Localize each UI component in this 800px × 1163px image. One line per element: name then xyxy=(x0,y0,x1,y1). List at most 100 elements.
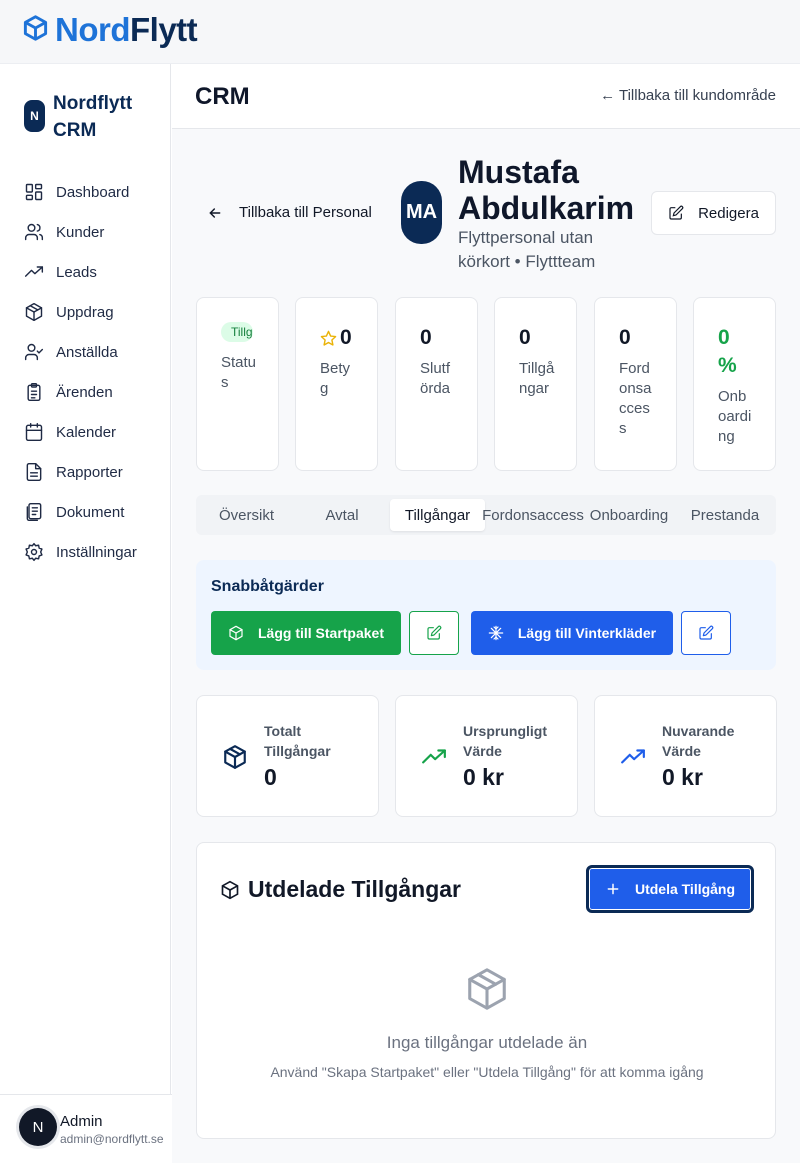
snowflake-icon xyxy=(488,625,504,641)
sidebar-item-kalender[interactable]: Kalender xyxy=(24,412,137,452)
empty-state-subtitle: Använd "Skapa Startpaket" eller "Utdela … xyxy=(270,1064,704,1080)
sidebar-item-rapporter[interactable]: Rapporter xyxy=(24,452,137,492)
add-start-pack-button[interactable]: Lägg till Startpaket xyxy=(211,611,401,655)
user-name: Admin xyxy=(60,1113,103,1130)
tab-fordonsaccess[interactable]: Fordonsaccess xyxy=(482,499,584,531)
nordflytt-logo[interactable]: NordFlytt xyxy=(22,11,198,48)
edit-icon xyxy=(669,205,684,220)
sidebar-item-label: Ärenden xyxy=(56,383,113,401)
back-to-personal-button[interactable]: Tillbaka till Personal xyxy=(207,204,372,221)
summary-label: Totalt Tillgångar xyxy=(264,723,331,759)
employee-role: Flyttpersonal utan körkort • Flyttteam xyxy=(458,228,596,271)
back-to-personal-label: Tillbaka till Personal xyxy=(239,204,372,221)
edit-label: Redigera xyxy=(698,204,759,222)
quick-actions-panel: Snabbåtgärder Lägg till Startpaket Lägg … xyxy=(196,560,776,670)
stat-value: 0 xyxy=(619,326,631,349)
tab-onboarding[interactable]: Onboarding xyxy=(582,499,676,531)
empty-state-title: Inga tillgångar utdelade än xyxy=(386,1033,588,1052)
page-title: CRM xyxy=(195,83,250,110)
sidebar-item-label: Uppdrag xyxy=(56,303,114,321)
stat-value: 0 xyxy=(340,326,352,349)
dashboard-icon xyxy=(25,183,43,201)
tab-prestanda[interactable]: Prestanda xyxy=(678,499,772,531)
summary-value: 0 xyxy=(264,764,277,790)
sidebar-item-kunder[interactable]: Kunder xyxy=(24,212,137,252)
trending-up-icon xyxy=(24,266,44,277)
brand-title: Nordflytt CRM xyxy=(53,93,133,141)
assign-asset-button[interactable]: Utdela Tillgång xyxy=(586,865,754,913)
tab-oversikt[interactable]: Översikt xyxy=(200,499,293,531)
stat-label: Slutförda xyxy=(420,360,451,397)
calendar-icon xyxy=(25,422,43,442)
add-winter-clothes-button[interactable]: Lägg till Vinterkläder xyxy=(471,611,673,655)
settings-icon xyxy=(25,542,43,562)
stat-card-onboarding: 0 % Onboarding xyxy=(693,297,776,471)
stat-value: 0 xyxy=(519,326,531,349)
sidebar-item-arenden[interactable]: Ärenden xyxy=(24,372,137,412)
sidebar: N Nordflytt CRM Dashboard Kunder Leads U… xyxy=(0,64,171,1163)
edit-button[interactable]: Redigera xyxy=(651,191,776,235)
summary-value: 0 kr xyxy=(662,764,703,790)
star-icon xyxy=(320,330,337,346)
tab-tillgangar[interactable]: Tillgångar xyxy=(390,499,485,531)
trending-up-icon xyxy=(620,744,646,770)
stat-label: Onboarding xyxy=(718,388,752,445)
page-header: CRM ← Tillbaka till kundområde xyxy=(172,64,800,129)
stat-label: Fordonsaccess xyxy=(619,360,652,437)
box-logo-icon xyxy=(22,14,49,47)
package-icon xyxy=(222,744,248,770)
sidebar-item-leads[interactable]: Leads xyxy=(24,252,137,292)
edit-winter-clothes-button[interactable] xyxy=(681,611,731,655)
avatar[interactable]: N xyxy=(19,1108,57,1146)
sidebar-nav: Dashboard Kunder Leads Uppdrag Anställda… xyxy=(24,172,137,572)
tab-bar: Översikt Avtal Tillgångar Fordonsaccess … xyxy=(196,495,776,535)
quick-actions-title: Snabbåtgärder xyxy=(211,578,324,595)
brand-badge: N xyxy=(24,100,45,132)
employee-avatar: MA xyxy=(401,181,442,244)
sidebar-item-label: Leads xyxy=(56,263,97,281)
assigned-assets-panel: Utdelade Tillgångar Utdela Tillgång Inga… xyxy=(196,842,776,1139)
tab-avtal[interactable]: Avtal xyxy=(295,499,389,531)
stat-label: Betyg xyxy=(320,360,351,397)
sidebar-item-dashboard[interactable]: Dashboard xyxy=(24,172,137,212)
summary-value: 0 kr xyxy=(463,764,504,790)
summary-card-total: Totalt Tillgångar 0 xyxy=(196,695,379,817)
assigned-assets-heading: Utdelade Tillgångar xyxy=(220,876,461,903)
assigned-assets-title: Utdelade Tillgångar xyxy=(248,876,462,902)
add-start-pack-label: Lägg till Startpaket xyxy=(257,625,385,641)
sidebar-item-label: Kalender xyxy=(56,423,117,441)
sidebar-item-label: Rapporter xyxy=(56,463,123,481)
sidebar-item-dokument[interactable]: Dokument xyxy=(24,492,137,532)
status-badge: Tillgänglig xyxy=(221,322,253,342)
summary-label: Nuvarande Värde xyxy=(662,723,735,759)
back-to-customer-area-link[interactable]: ← Tillbaka till kundområde xyxy=(600,87,776,104)
sidebar-item-label: Dokument xyxy=(56,503,125,521)
file-text-icon xyxy=(26,462,42,482)
add-winter-clothes-label: Lägg till Vinterkläder xyxy=(517,625,657,641)
sidebar-brand[interactable]: N Nordflytt CRM xyxy=(24,90,163,144)
sidebar-item-installningar[interactable]: Inställningar xyxy=(24,532,137,572)
users-icon xyxy=(24,223,44,241)
rating-value-row: 0 xyxy=(320,324,352,352)
summary-label: Ursprungligt Värde xyxy=(463,723,547,759)
plus-icon xyxy=(607,883,619,895)
stat-label: Status xyxy=(221,354,257,391)
user-email: admin@nordflytt.se xyxy=(60,1132,164,1146)
stat-value: 0 xyxy=(420,326,432,349)
stat-card-vehicle: 0 Fordonsaccess xyxy=(594,297,677,471)
edit-icon xyxy=(427,625,442,640)
sidebar-item-uppdrag[interactable]: Uppdrag xyxy=(24,292,137,332)
package-icon xyxy=(221,880,239,899)
edit-start-pack-button[interactable] xyxy=(409,611,459,655)
edit-icon xyxy=(699,625,714,640)
user-check-icon xyxy=(24,343,44,361)
logo-text: NordFlytt xyxy=(55,11,198,48)
stat-label: Tillgångar xyxy=(519,360,555,397)
clipboard-icon xyxy=(27,382,41,402)
arrow-left-icon xyxy=(209,207,221,218)
stat-value: 0 % xyxy=(718,326,737,377)
sidebar-item-anstallda[interactable]: Anställda xyxy=(24,332,137,372)
trending-up-icon xyxy=(421,744,447,770)
stat-card-assets: 0 Tillgångar xyxy=(494,297,577,471)
summary-card-current-value: Nuvarande Värde 0 kr xyxy=(594,695,777,817)
